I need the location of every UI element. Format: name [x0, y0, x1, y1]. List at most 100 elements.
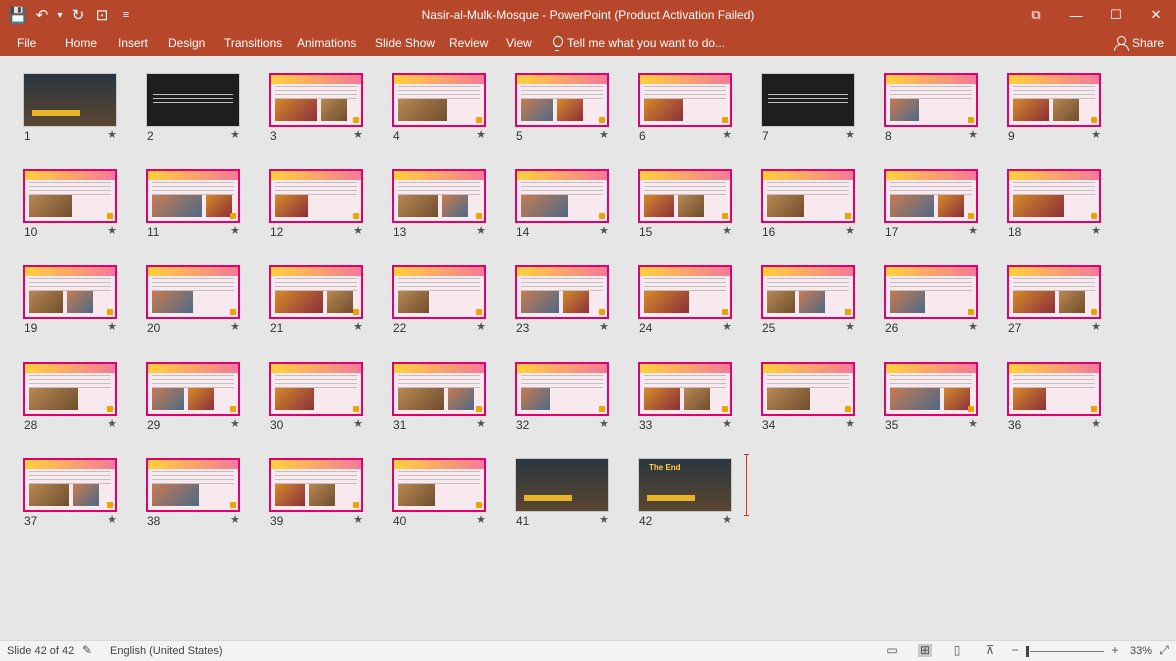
minimize-icon[interactable]: —: [1056, 0, 1096, 30]
animation-star-icon[interactable]: ★: [353, 513, 363, 526]
slide-thumbnail[interactable]: 37 ★: [23, 458, 117, 530]
zoom-slider-track[interactable]: [1030, 651, 1104, 652]
slide-counter[interactable]: Slide 42 of 42: [7, 645, 74, 657]
slide-thumbnail[interactable]: 35 ★: [884, 362, 978, 434]
animation-star-icon[interactable]: ★: [599, 224, 609, 237]
animation-star-icon[interactable]: ★: [968, 224, 978, 237]
undo-icon[interactable]: ↶: [30, 0, 54, 30]
animation-star-icon[interactable]: ★: [722, 417, 732, 430]
animation-star-icon[interactable]: ★: [353, 320, 363, 333]
slide-thumbnail[interactable]: 41 ★: [515, 458, 609, 530]
slide-thumbnail[interactable]: 20 ★: [146, 265, 240, 337]
animation-star-icon[interactable]: ★: [1091, 417, 1101, 430]
zoom-out-icon[interactable]: −: [1008, 644, 1022, 657]
animation-star-icon[interactable]: ★: [476, 417, 486, 430]
tab-animations[interactable]: Animations: [297, 34, 356, 52]
animation-star-icon[interactable]: ★: [476, 513, 486, 526]
slide-thumbnail[interactable]: 18 ★: [1007, 169, 1101, 241]
slide-thumbnail[interactable]: 33 ★: [638, 362, 732, 434]
zoom-in-icon[interactable]: +: [1108, 644, 1122, 657]
tab-design[interactable]: Design: [168, 34, 205, 52]
slide-thumbnail[interactable]: 9 ★: [1007, 73, 1101, 145]
slide-thumbnail[interactable]: 39 ★: [269, 458, 363, 530]
slide-thumbnail[interactable]: 13 ★: [392, 169, 486, 241]
slide-thumbnail[interactable]: 34 ★: [761, 362, 855, 434]
animation-star-icon[interactable]: ★: [968, 417, 978, 430]
animation-star-icon[interactable]: ★: [845, 320, 855, 333]
slide-thumbnail[interactable]: 22 ★: [392, 265, 486, 337]
slide-thumbnail[interactable]: 26 ★: [884, 265, 978, 337]
tab-slide-show[interactable]: Slide Show: [375, 34, 435, 52]
animation-star-icon[interactable]: ★: [722, 128, 732, 141]
redo-icon[interactable]: ↻: [66, 0, 90, 30]
animation-star-icon[interactable]: ★: [845, 417, 855, 430]
animation-star-icon[interactable]: ★: [107, 224, 117, 237]
animation-star-icon[interactable]: ★: [599, 320, 609, 333]
animation-star-icon[interactable]: ★: [599, 513, 609, 526]
slide-thumbnail[interactable]: 19 ★: [23, 265, 117, 337]
animation-star-icon[interactable]: ★: [845, 128, 855, 141]
slide-thumbnail[interactable]: 31 ★: [392, 362, 486, 434]
slide-thumbnail[interactable]: 11 ★: [146, 169, 240, 241]
slide-thumbnail[interactable]: 10 ★: [23, 169, 117, 241]
slide-thumbnail[interactable]: 36 ★: [1007, 362, 1101, 434]
slide-thumbnail[interactable]: 8 ★: [884, 73, 978, 145]
tab-file[interactable]: File: [17, 34, 36, 52]
slide-thumbnail[interactable]: 28 ★: [23, 362, 117, 434]
slide-thumbnail[interactable]: 24 ★: [638, 265, 732, 337]
share-button[interactable]: Share: [1113, 33, 1164, 53]
animation-star-icon[interactable]: ★: [230, 417, 240, 430]
zoom-level[interactable]: 33%: [1130, 645, 1152, 657]
animation-star-icon[interactable]: ★: [476, 128, 486, 141]
animation-star-icon[interactable]: ★: [107, 417, 117, 430]
slide-thumbnail[interactable]: 3 ★: [269, 73, 363, 145]
slide-thumbnail[interactable]: 6 ★: [638, 73, 732, 145]
animation-star-icon[interactable]: ★: [230, 513, 240, 526]
animation-star-icon[interactable]: ★: [230, 224, 240, 237]
animation-star-icon[interactable]: ★: [722, 224, 732, 237]
slide-thumbnail[interactable]: 32 ★: [515, 362, 609, 434]
slide-thumbnail[interactable]: 12 ★: [269, 169, 363, 241]
animation-star-icon[interactable]: ★: [230, 320, 240, 333]
tab-insert[interactable]: Insert: [118, 34, 148, 52]
animation-star-icon[interactable]: ★: [476, 224, 486, 237]
slide-thumbnail[interactable]: The End 42 ★: [638, 458, 732, 530]
normal-view-icon[interactable]: ▭: [885, 644, 899, 657]
animation-star-icon[interactable]: ★: [476, 320, 486, 333]
slide-thumbnail[interactable]: 7 ★: [761, 73, 855, 145]
animation-star-icon[interactable]: ★: [1091, 224, 1101, 237]
start-from-beginning-icon[interactable]: ⊡: [90, 0, 114, 30]
tab-home[interactable]: Home: [65, 34, 97, 52]
slide-thumbnail[interactable]: 40 ★: [392, 458, 486, 530]
zoom-slider-thumb[interactable]: [1026, 646, 1029, 657]
animation-star-icon[interactable]: ★: [845, 224, 855, 237]
tab-view[interactable]: View: [506, 34, 532, 52]
slide-thumbnail[interactable]: 14 ★: [515, 169, 609, 241]
animation-star-icon[interactable]: ★: [1091, 128, 1101, 141]
animation-star-icon[interactable]: ★: [968, 128, 978, 141]
slide-thumbnail[interactable]: 23 ★: [515, 265, 609, 337]
animation-star-icon[interactable]: ★: [1091, 320, 1101, 333]
animation-star-icon[interactable]: ★: [230, 128, 240, 141]
animation-star-icon[interactable]: ★: [722, 513, 732, 526]
slide-thumbnail[interactable]: 5 ★: [515, 73, 609, 145]
slide-thumbnail[interactable]: 1 ★: [23, 73, 117, 145]
reading-view-icon[interactable]: ▯: [950, 644, 964, 657]
close-icon[interactable]: ✕: [1136, 0, 1176, 30]
animation-star-icon[interactable]: ★: [722, 320, 732, 333]
slide-thumbnail[interactable]: 15 ★: [638, 169, 732, 241]
slide-thumbnail[interactable]: 16 ★: [761, 169, 855, 241]
slide-thumbnail[interactable]: 25 ★: [761, 265, 855, 337]
animation-star-icon[interactable]: ★: [107, 128, 117, 141]
spell-check-icon[interactable]: ✎: [80, 644, 94, 657]
save-icon[interactable]: 💾: [6, 0, 30, 30]
tab-transitions[interactable]: Transitions: [224, 34, 282, 52]
animation-star-icon[interactable]: ★: [968, 320, 978, 333]
undo-dropdown-icon[interactable]: ▾: [54, 0, 66, 30]
language-indicator[interactable]: English (United States): [110, 645, 223, 657]
animation-star-icon[interactable]: ★: [107, 320, 117, 333]
tab-review[interactable]: Review: [449, 34, 488, 52]
slide-thumbnail[interactable]: 17 ★: [884, 169, 978, 241]
animation-star-icon[interactable]: ★: [353, 224, 363, 237]
slide-thumbnail[interactable]: 27 ★: [1007, 265, 1101, 337]
